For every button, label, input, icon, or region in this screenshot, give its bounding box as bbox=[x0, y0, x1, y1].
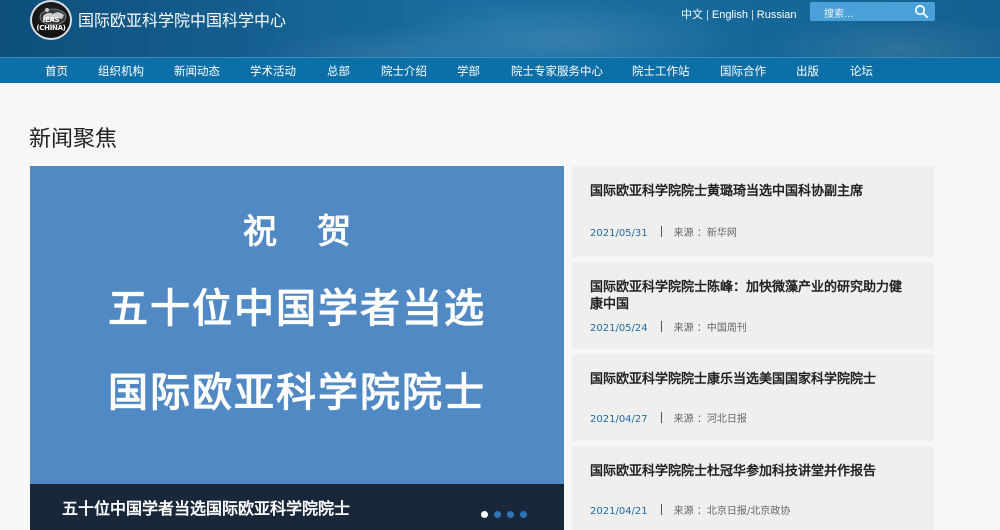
banner-line-2: 五十位中国学者当选 bbox=[108, 286, 486, 332]
news-meta: 2021/05/31 来源 ：新华网 bbox=[590, 224, 737, 239]
logo-text: IEAS (CHINA) bbox=[36, 16, 66, 32]
news-title[interactable]: 国际欧亚科学院院士陈峰：加快微藻产业的研究助力健康中国 bbox=[590, 279, 910, 313]
nav-item-international-cooperation[interactable]: 国际合作 bbox=[720, 58, 766, 84]
nav-item-divisions[interactable]: 学部 bbox=[457, 58, 480, 84]
news-meta: 2021/05/24 来源 ：中国周刊 bbox=[590, 319, 747, 334]
news-title[interactable]: 国际欧亚科学院院士杜冠华参加科技讲堂并作报告 bbox=[590, 463, 910, 480]
slider-caption-bar: 五十位中国学者当选国际欧亚科学院院士 bbox=[30, 484, 564, 530]
lang-separator: | bbox=[706, 9, 709, 21]
meta-divider bbox=[660, 412, 662, 423]
news-meta: 2021/04/27 来源 ：河北日报 bbox=[590, 410, 747, 425]
ieas-logo[interactable]: IEAS (CHINA) bbox=[30, 0, 72, 40]
news-title[interactable]: 国际欧亚科学院院士康乐当选美国国家科学院院士 bbox=[590, 371, 910, 388]
nav-item-expert-service-center[interactable]: 院士专家服务中心 bbox=[511, 58, 603, 84]
site-header: IEAS (CHINA) 国际欧亚科学院中国科学中心 中文 | English | Ru… bbox=[0, 0, 1000, 57]
banner-line-1: 祝贺 bbox=[243, 212, 391, 252]
nav-item-organization[interactable]: 组织机构 bbox=[98, 58, 144, 84]
main-nav: 首页 组织机构 新闻动态 学术活动 总部 院士介绍 学部 院士专家服务中心 院士… bbox=[0, 57, 1000, 83]
nav-item-news[interactable]: 新闻动态 bbox=[174, 58, 220, 84]
news-meta: 2021/04/21 来源 ：北京日报/北京政协 bbox=[590, 502, 790, 517]
news-item[interactable]: 国际欧亚科学院院士杜冠华参加科技讲堂并作报告 2021/04/21 来源 ：北京日… bbox=[572, 446, 934, 530]
news-slider[interactable]: 祝贺 五十位中国学者当选 国际欧亚科学院院士 五十位中国学者当选国际欧亚科学院院… bbox=[30, 166, 564, 530]
search-input[interactable] bbox=[810, 5, 910, 24]
search-icon[interactable] bbox=[914, 4, 929, 19]
news-source: 来源 ：新华网 bbox=[673, 228, 737, 239]
slider-dot[interactable] bbox=[481, 511, 488, 518]
nav-item-academic-activities[interactable]: 学术活动 bbox=[250, 58, 296, 84]
slider-dot[interactable] bbox=[494, 511, 501, 518]
lang-russian-link[interactable]: Russian bbox=[757, 9, 797, 21]
nav-item-home[interactable]: 首页 bbox=[45, 58, 68, 84]
site-title[interactable]: 国际欧亚科学院中国科学中心 bbox=[78, 7, 286, 31]
meta-divider bbox=[660, 321, 662, 332]
language-switcher: 中文 | English | Russian bbox=[680, 6, 798, 22]
slider-dot[interactable] bbox=[507, 511, 514, 518]
meta-divider bbox=[660, 226, 662, 237]
news-source: 来源 ：河北日报 bbox=[673, 414, 747, 425]
nav-item-forum[interactable]: 论坛 bbox=[850, 58, 873, 84]
lang-english-link[interactable]: English bbox=[712, 9, 748, 21]
section-title: 新闻聚焦 bbox=[29, 127, 118, 152]
news-date: 2021/04/27 bbox=[590, 414, 648, 425]
news-item[interactable]: 国际欧亚科学院院士康乐当选美国国家科学院院士 2021/04/27 来源 ：河北日… bbox=[572, 354, 934, 441]
news-item[interactable]: 国际欧亚科学院院士陈峰：加快微藻产业的研究助力健康中国 2021/05/24 来源… bbox=[572, 262, 934, 349]
slider-caption[interactable]: 五十位中国学者当选国际欧亚科学院院士 bbox=[62, 495, 350, 519]
news-source: 来源 ：中国周刊 bbox=[673, 323, 747, 334]
news-item[interactable]: 国际欧亚科学院院士黄璐琦当选中国科协副主席 2021/05/31 来源 ：新华网 bbox=[572, 166, 934, 257]
news-source: 来源 ：北京日报/北京政协 bbox=[673, 506, 791, 517]
nav-item-headquarters[interactable]: 总部 bbox=[327, 58, 350, 84]
nav-item-academicians[interactable]: 院士介绍 bbox=[381, 58, 427, 84]
search-box bbox=[810, 2, 935, 24]
news-date: 2021/05/31 bbox=[590, 228, 648, 239]
slider-dot[interactable] bbox=[520, 511, 527, 518]
lang-separator: | bbox=[750, 9, 754, 21]
slider-pagination bbox=[481, 503, 533, 522]
news-date: 2021/05/24 bbox=[590, 323, 648, 334]
lang-chinese-link[interactable]: 中文 bbox=[681, 9, 703, 21]
news-date: 2021/04/21 bbox=[590, 506, 648, 517]
nav-item-publishing[interactable]: 出版 bbox=[796, 58, 819, 84]
news-title[interactable]: 国际欧亚科学院院士黄璐琦当选中国科协副主席 bbox=[590, 183, 910, 200]
meta-divider bbox=[660, 504, 662, 515]
banner-line-3: 国际欧亚科学院院士 bbox=[108, 370, 486, 416]
nav-item-academician-workstation[interactable]: 院士工作站 bbox=[632, 58, 690, 84]
